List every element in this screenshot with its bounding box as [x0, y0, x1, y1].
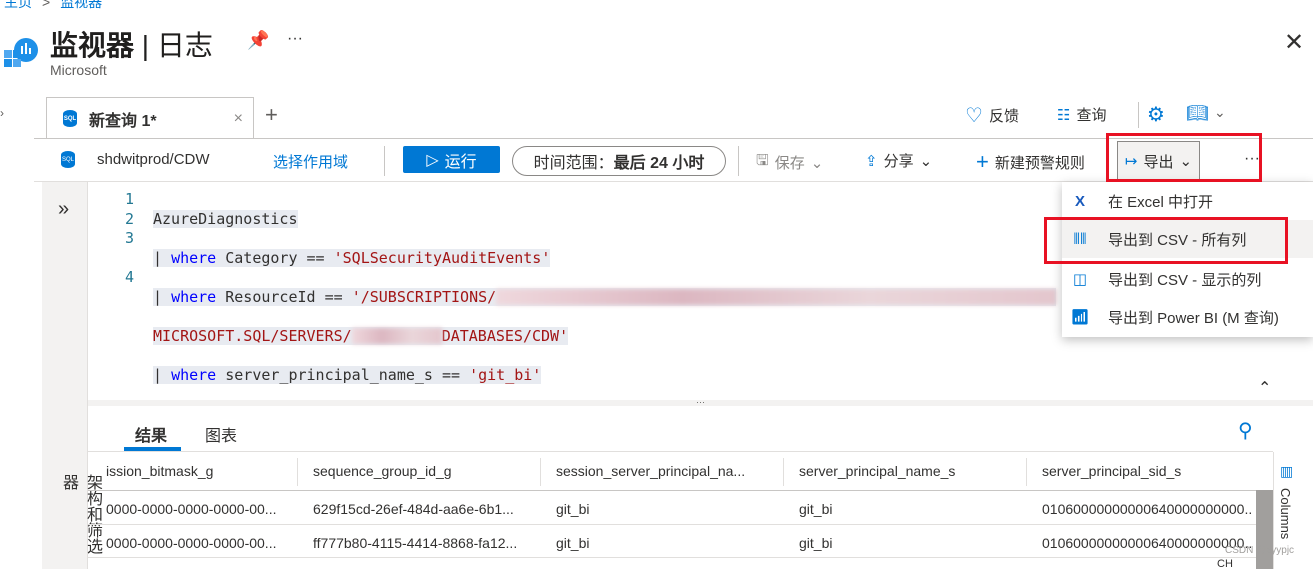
queries-button[interactable]: ☷ 查询 [1057, 104, 1106, 125]
search-icon[interactable]: ⚲ [1238, 418, 1253, 443]
list-icon: ☷ [1057, 106, 1071, 124]
column-header[interactable]: server_principal_sid_s [1042, 463, 1181, 479]
expand-icon[interactable]: » [58, 198, 69, 221]
powerbi-icon: 📶︎ [1070, 309, 1090, 326]
chevron-down-icon: ⌄ [810, 154, 824, 172]
column-header[interactable]: session_server_principal_na... [556, 463, 745, 479]
save-button[interactable]: 🖫 保存 ⌄ [756, 150, 823, 175]
pane-splitter[interactable]: ··· [88, 398, 1313, 407]
csv-displayed-icon: ◫ [1072, 271, 1088, 288]
highlight-box-csv-all [1044, 217, 1288, 264]
column-header[interactable]: ission_bitmask_g [106, 463, 213, 479]
divider [1138, 102, 1139, 128]
tab-new-query[interactable]: SQL 新查询 1* × [46, 97, 254, 139]
menu-item-export-powerbi[interactable]: 📶︎ 导出到 Power BI (M 查询) [1062, 298, 1313, 336]
breadcrumb-monitor[interactable]: 监视器 [60, 0, 102, 10]
close-tab-icon[interactable]: × [234, 110, 243, 128]
schema-filter-label: 架构和筛选器 [60, 474, 101, 554]
sql-icon: SQL [61, 151, 75, 168]
collapse-up-icon[interactable]: ⌃ [1258, 378, 1271, 398]
tab-results[interactable]: 结果 [135, 422, 167, 446]
share-icon: ⇪ [865, 152, 878, 170]
menu-item-open-excel[interactable]: X在 Excel 中打开 [1062, 182, 1313, 220]
watermark: CSDN @zyypjc [1225, 545, 1295, 556]
pin-icon[interactable]: 📌 [247, 30, 269, 51]
chevron-down-icon[interactable]: ⌄ [1214, 104, 1226, 121]
redacted-text [351, 328, 442, 344]
save-icon: 🖫 [756, 152, 769, 169]
new-alert-rule-button[interactable]: + 新建预警规则 [976, 149, 1085, 175]
redacted-text [496, 289, 1057, 305]
vertical-scrollbar[interactable] [1256, 490, 1274, 569]
excel-icon: X [1074, 192, 1085, 210]
columns-panel-toggle[interactable]: Columns [1278, 488, 1293, 539]
sql-icon: SQL [63, 110, 77, 127]
line-numbers: 123 4 [124, 190, 134, 286]
tab-chart[interactable]: 图表 [205, 422, 237, 446]
columns-icon[interactable]: ▥ [1280, 463, 1293, 480]
breadcrumb: 主页 > 监视器 [4, 0, 112, 12]
divider [384, 146, 385, 176]
feedback-button[interactable]: ♡ 反馈 [965, 103, 1019, 128]
column-header[interactable]: sequence_group_id_g [313, 463, 452, 479]
plus-icon: + [976, 149, 989, 174]
select-scope-link[interactable]: 选择作用域 [273, 151, 348, 172]
column-header[interactable]: server_principal_name_s [799, 463, 955, 479]
book-icon[interactable]: 📖︎ [1186, 103, 1209, 124]
gear-icon[interactable]: ⚙ [1147, 102, 1165, 127]
share-button[interactable]: ⇪ 分享 ⌄ [865, 150, 932, 171]
close-icon[interactable]: ✕ [1284, 28, 1304, 57]
schema-filter-panel[interactable]: » 架构和筛选器 [42, 182, 101, 569]
chevron-right-icon[interactable]: › [0, 106, 4, 120]
breadcrumb-separator: > [42, 0, 51, 10]
menu-item-export-csv-displayed[interactable]: ◫ 导出到 CSV - 显示的列 [1062, 260, 1313, 298]
more-button[interactable]: ··· [287, 30, 303, 48]
divider [88, 451, 1273, 452]
time-range-button[interactable]: 时间范围： 最后 24 小时 [512, 146, 726, 176]
chevron-down-icon: ⌄ [919, 152, 933, 170]
divider [738, 146, 739, 176]
ime-indicator: CH [1217, 558, 1233, 570]
run-button[interactable]: ▷ 运行 [403, 146, 500, 173]
breadcrumb-home[interactable]: 主页 [4, 0, 32, 10]
heart-icon: ♡ [965, 105, 983, 127]
monitor-logo-icon [4, 36, 38, 68]
publisher: Microsoft [50, 62, 107, 78]
play-icon: ▷ [426, 151, 439, 169]
add-tab-button[interactable]: + [265, 102, 278, 128]
query-editor[interactable]: AzureDiagnostics | where Category == 'SQ… [153, 190, 1057, 405]
scope-label: SQL shdwitprod/CDW [61, 151, 210, 168]
page-title: 监视器 | 日志 [50, 30, 213, 61]
highlight-box-export [1106, 133, 1262, 182]
